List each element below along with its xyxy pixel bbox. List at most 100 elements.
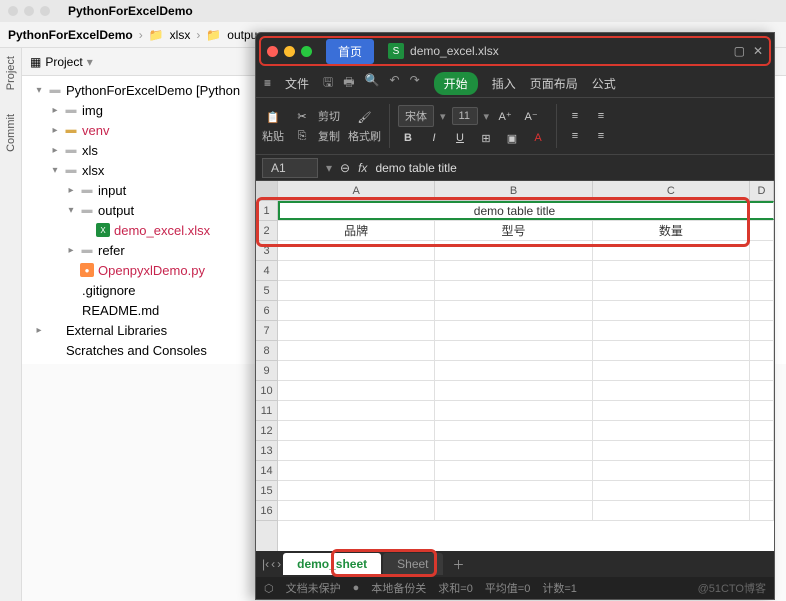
menu-layout[interactable]: 页面布局 [530, 75, 578, 92]
format-painter-icon[interactable]: 🖌 [355, 108, 375, 126]
prev-sheet-icon[interactable]: ‹ [271, 557, 275, 571]
redo-icon[interactable]: ↷ [410, 73, 420, 94]
folder-icon: 📁 [206, 28, 221, 42]
grid-row[interactable] [278, 421, 774, 441]
row-header[interactable]: 9 [256, 361, 277, 381]
cell[interactable]: 数量 [593, 221, 750, 240]
cell[interactable]: 品牌 [278, 221, 435, 240]
menu-icon[interactable]: ≡ [264, 76, 271, 90]
traffic-light-icon[interactable] [8, 6, 18, 16]
grid-row[interactable] [278, 321, 774, 341]
row-header[interactable]: 6 [256, 301, 277, 321]
copy-icon[interactable]: ⎘ [292, 127, 312, 145]
fill-icon[interactable]: ▣ [502, 129, 522, 147]
grid-row[interactable] [278, 341, 774, 361]
bold-icon[interactable]: B [398, 129, 418, 147]
minimize-icon[interactable] [284, 46, 295, 57]
paste-icon[interactable]: 📋 [263, 108, 283, 126]
file-tab[interactable]: S demo_excel.xlsx [388, 43, 499, 59]
add-sheet-icon[interactable]: ＋ [445, 556, 473, 573]
grid-row[interactable] [278, 361, 774, 381]
dropdown-icon[interactable]: ▾ [326, 161, 332, 175]
traffic-light-icon[interactable] [40, 6, 50, 16]
row-header[interactable]: 5 [256, 281, 277, 301]
preview-icon[interactable]: 🔍 [365, 73, 380, 94]
first-sheet-icon[interactable]: |‹ [262, 557, 269, 571]
row-header[interactable]: 15 [256, 481, 277, 501]
grid-row[interactable] [278, 501, 774, 521]
window-icon[interactable]: ▢ [734, 44, 745, 58]
align-left-icon[interactable]: ≡ [565, 127, 585, 145]
italic-icon[interactable]: I [424, 129, 444, 147]
undo-icon[interactable]: ↶ [390, 73, 400, 94]
home-tab[interactable]: 首页 [326, 39, 374, 64]
cell[interactable]: 型号 [435, 221, 592, 240]
col-header[interactable]: B [435, 181, 592, 200]
grid-row[interactable] [278, 441, 774, 461]
breadcrumb-item[interactable]: outpu [227, 28, 257, 42]
save-icon[interactable]: 🖫 [323, 73, 333, 94]
excel-window: 首页 S demo_excel.xlsx ▢ ✕ ≡ 文件 🖫 🖶 🔍 ↶ ↷ … [255, 32, 775, 600]
breadcrumb-item[interactable]: xlsx [170, 28, 191, 42]
col-header[interactable]: D [750, 181, 774, 200]
grid-row[interactable] [278, 281, 774, 301]
breadcrumb-item[interactable]: PythonForExcelDemo [8, 28, 133, 42]
row-header[interactable]: 3 [256, 241, 277, 261]
next-sheet-icon[interactable]: › [277, 557, 281, 571]
formula-value[interactable]: demo table title [375, 161, 456, 175]
grid-row[interactable]: demo table title [278, 201, 774, 221]
menu-insert[interactable]: 插入 [492, 75, 516, 92]
font-color-icon[interactable]: A [528, 129, 548, 147]
cut-icon[interactable]: ✂ [292, 107, 312, 125]
grid-row[interactable] [278, 381, 774, 401]
spreadsheet-grid[interactable]: 12345678910111213141516 ABCD demo table … [256, 181, 774, 551]
close-icon[interactable] [267, 46, 278, 57]
row-header[interactable]: 14 [256, 461, 277, 481]
align-center-icon[interactable]: ≡ [591, 127, 611, 145]
row-header[interactable]: 8 [256, 341, 277, 361]
sheet-tab[interactable]: Sheet [383, 553, 442, 575]
row-header[interactable]: 11 [256, 401, 277, 421]
grid-row[interactable] [278, 301, 774, 321]
col-header[interactable]: A [278, 181, 435, 200]
row-header[interactable]: 12 [256, 421, 277, 441]
close-tab-icon[interactable]: ✕ [753, 44, 763, 58]
cell[interactable]: demo table title [278, 201, 750, 220]
row-header[interactable]: 13 [256, 441, 277, 461]
gutter-tab-project[interactable]: Project [5, 56, 17, 90]
status-avg: 平均值=0 [485, 580, 531, 596]
underline-icon[interactable]: U [450, 129, 470, 147]
decrease-font-icon[interactable]: A⁻ [521, 107, 541, 125]
grid-row[interactable] [278, 481, 774, 501]
font-size-select[interactable]: 11 [452, 107, 478, 125]
fx-icon[interactable]: fx [358, 161, 367, 175]
grid-row[interactable] [278, 241, 774, 261]
menu-file[interactable]: 文件 [285, 75, 309, 92]
border-icon[interactable]: ⊞ [476, 129, 496, 147]
traffic-light-icon[interactable] [24, 6, 34, 16]
maximize-icon[interactable] [301, 46, 312, 57]
align-mid-icon[interactable]: ≡ [591, 107, 611, 125]
row-header[interactable]: 4 [256, 261, 277, 281]
increase-font-icon[interactable]: A⁺ [495, 107, 515, 125]
grid-row[interactable] [278, 461, 774, 481]
print-icon[interactable]: 🖶 [343, 73, 354, 94]
row-header[interactable]: 10 [256, 381, 277, 401]
dropdown-icon[interactable]: ▾ [87, 55, 93, 69]
row-header[interactable]: 2 [256, 221, 277, 241]
grid-row[interactable]: 品牌型号数量 [278, 221, 774, 241]
row-header[interactable]: 16 [256, 501, 277, 521]
grid-row[interactable] [278, 261, 774, 281]
menu-start[interactable]: 开始 [434, 72, 478, 95]
row-header[interactable]: 1 [256, 201, 277, 221]
menu-formula[interactable]: 公式 [592, 75, 616, 92]
row-header[interactable]: 7 [256, 321, 277, 341]
align-top-icon[interactable]: ≡ [565, 107, 585, 125]
font-select[interactable]: 宋体 [398, 105, 434, 127]
gutter-tab-commit[interactable]: Commit [5, 114, 17, 152]
grid-row[interactable] [278, 401, 774, 421]
cancel-icon[interactable]: ⊖ [340, 161, 350, 175]
sheet-tab-active[interactable]: demo_sheet [283, 553, 381, 575]
col-header[interactable]: C [593, 181, 750, 200]
cell-reference[interactable]: A1 [262, 158, 318, 178]
